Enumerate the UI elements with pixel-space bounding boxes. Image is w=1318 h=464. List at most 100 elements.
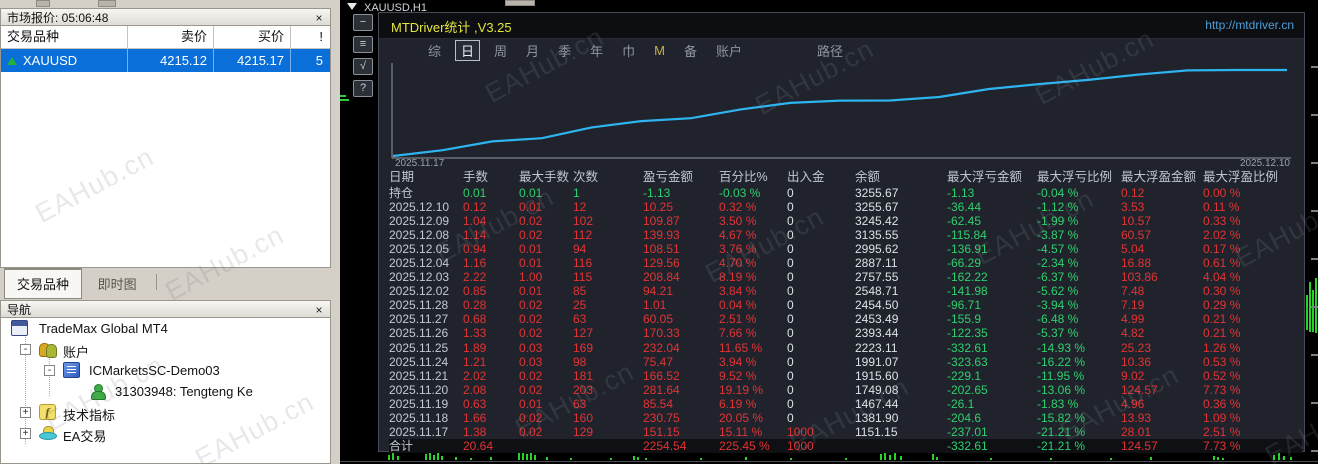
expand-icon[interactable]: + [20, 428, 31, 439]
volume-bar [889, 455, 891, 460]
table-cell: 2025.11.21 [389, 368, 449, 383]
table-cell: -323.63 [947, 354, 988, 369]
mtdriver-link[interactable]: http://mtdriver.cn [1205, 18, 1294, 32]
collapse-icon[interactable]: - [44, 365, 55, 376]
table-cell: 0 [787, 242, 794, 257]
table-column-header: 手数 [463, 170, 489, 184]
table-cell: 2454.50 [855, 298, 899, 313]
column-header-buy[interactable]: 买价 [214, 26, 291, 48]
market-watch-tabs: 交易品种 即时图 [4, 268, 161, 299]
volume-bar [518, 453, 520, 460]
tree-item-server[interactable]: - ICMarketsSC-Demo03 [1, 360, 330, 381]
table-cell: 0.12 [1121, 186, 1145, 200]
table-cell: 1.26 % [1203, 340, 1241, 355]
table-cell: -1.99 % [1037, 214, 1079, 229]
table-cell: 0.52 % [1203, 368, 1241, 383]
table-cell: 0.02 [519, 298, 543, 313]
close-icon[interactable]: × [312, 9, 326, 25]
menu-item-备[interactable]: 备 [679, 41, 702, 60]
menu-item-日[interactable]: 日 [455, 39, 481, 61]
table-cell: 0.63 [463, 396, 487, 411]
table-cell: 10.57 [1121, 214, 1152, 229]
table-total-row: 合计 20.64 2254.54 225.45 % 1000 -332.61 -21.21 … [389, 438, 1302, 453]
symbol-cell[interactable]: XAUUSD [1, 49, 128, 72]
table-cell: 0 [787, 256, 794, 271]
tree-item-accounts[interactable]: - 账户 [1, 339, 330, 360]
table-cell: 0 [787, 368, 794, 383]
menu-item-年[interactable]: 年 [585, 41, 608, 60]
collapse-button[interactable]: − [353, 14, 373, 31]
table-cell: 102 [573, 214, 594, 229]
table-row: 2025.12.10 0.12 0.01 12 10.25 0.32 % 0 3255.67 -… [389, 200, 1302, 214]
table-cell: 0 [787, 354, 794, 369]
menu-item-账户[interactable]: 账户 [711, 41, 747, 60]
table-cell: 2025.11.27 [389, 312, 449, 327]
table-cell: 94.21 [643, 284, 674, 299]
table-cell: -62.45 [947, 214, 982, 229]
accounts-icon [39, 341, 57, 358]
tree-item-label: 31303948: Tengteng Ke [115, 384, 253, 399]
table-cell: -202.65 [947, 382, 988, 397]
menu-item-巾[interactable]: 巾 [617, 41, 640, 60]
volume-bar [1273, 455, 1275, 460]
menu-item-M[interactable]: M [649, 43, 670, 58]
table-cell: 0.32 % [719, 200, 757, 215]
table-cell: 3135.55 [855, 228, 899, 243]
table-cell: 4.67 % [719, 228, 757, 243]
table-cell: 75.47 [643, 354, 674, 369]
table-cell: 0.01 [519, 284, 543, 299]
tab-tick-chart[interactable]: 即时图 [86, 268, 149, 298]
menu-item-月[interactable]: 月 [521, 41, 544, 60]
expand-icon[interactable]: + [20, 407, 31, 418]
table-cell: 0.02 [519, 410, 543, 425]
table-column-header: 最大浮盈比例 [1203, 170, 1279, 184]
tree-item-platform[interactable]: TradeMax Global MT4 [1, 318, 330, 339]
table-cell: 9.52 % [719, 368, 757, 383]
table-cell: 8.19 % [719, 270, 757, 285]
table-cell: 0 [787, 284, 794, 299]
check-button[interactable]: √ [353, 58, 373, 75]
volume-bar [570, 458, 572, 460]
column-header-symbol[interactable]: 交易品种 [1, 26, 128, 48]
tab-symbols[interactable]: 交易品种 [4, 268, 83, 299]
table-cell: 0.11 % [1203, 200, 1240, 215]
table-cell: 203 [573, 382, 594, 397]
table-cell: 2.51 % [1203, 424, 1241, 439]
table-cell: -229.1 [947, 368, 982, 383]
column-header-alert[interactable]: ! [291, 26, 329, 48]
market-watch-titlebar: 市场报价: 05:06:48 × [0, 8, 331, 26]
table-cell: 2223.11 [855, 340, 898, 355]
stats-table: 日期 手数 最大手数 次数 盈亏金额 百分比% 出入金 余额 最大浮亏金额 最大浮亏比例 最大浮盈金… [389, 169, 1302, 453]
tree-item-fx[interactable]: + f 技术指标 [1, 402, 330, 423]
notes-button[interactable]: ≡ [353, 36, 373, 53]
volume-bar [633, 456, 635, 460]
volume-bar [530, 452, 532, 460]
column-header-sell[interactable]: 卖价 [128, 26, 214, 48]
collapse-icon[interactable]: - [20, 344, 31, 355]
tree-item-ea[interactable]: + EA交易 [1, 423, 330, 444]
volume-bar [397, 456, 399, 460]
menu-item-综[interactable]: 综 [423, 41, 446, 60]
symbol-row[interactable]: XAUUSD 4215.12 4215.17 5 [1, 49, 330, 72]
menu-item-路径[interactable]: 路径 [812, 41, 848, 60]
tree-item-user[interactable]: 31303948: Tengteng Ke [1, 381, 330, 402]
table-cell: -141.98 [947, 284, 988, 299]
table-cell: -21.21 % [1037, 438, 1086, 453]
menu-item-季[interactable]: 季 [553, 41, 576, 60]
volume-bar [441, 456, 443, 460]
volume-bar [1290, 457, 1292, 460]
table-cell: 0 [787, 186, 794, 200]
volume-bar [1278, 453, 1280, 460]
table-cell: 6.19 % [719, 396, 757, 411]
volume-bar [1050, 458, 1052, 460]
navigator-panel: TradeMax Global MT4- 账户 - ICMarketsSC-Demo0… [0, 318, 331, 464]
help-button[interactable]: ? [353, 80, 373, 97]
volume-bar [1150, 457, 1152, 460]
table-column-header: 最大浮亏比例 [1037, 170, 1113, 184]
table-cell: 2.02 % [1203, 228, 1241, 243]
table-cell: -6.37 % [1037, 270, 1079, 285]
table-cell: 0 [787, 214, 794, 229]
menu-item-周[interactable]: 周 [489, 41, 512, 60]
volume-bar [490, 457, 492, 460]
close-icon[interactable]: × [312, 301, 326, 317]
